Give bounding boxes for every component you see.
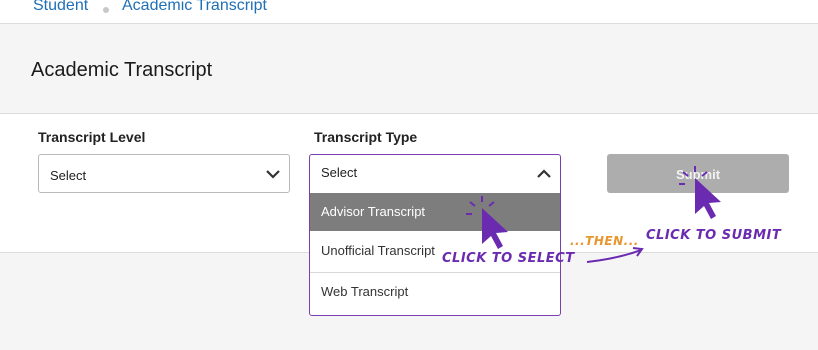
annotation-click-to-submit: CLICK TO SUBMIT: [646, 228, 782, 243]
annotation-click-to-select: CLICK TO SELECT: [442, 251, 575, 266]
transcript-type-value: Select: [321, 165, 358, 180]
cursor-pointer-icon: [679, 166, 721, 219]
breadcrumb: Student Academic Transcript: [0, 0, 818, 24]
option-web-transcript[interactable]: Web Transcript: [310, 273, 560, 311]
breadcrumb-student-link[interactable]: Student: [33, 0, 88, 15]
chevron-up-icon: [537, 169, 551, 178]
option-advisor-transcript[interactable]: Advisor Transcript: [310, 193, 560, 231]
transcript-level-label: Transcript Level: [38, 129, 146, 145]
breadcrumb-academic-transcript-link[interactable]: Academic Transcript: [122, 0, 267, 15]
page-title: Academic Transcript: [31, 59, 213, 81]
transcript-level-select[interactable]: Select: [38, 154, 290, 193]
transcript-level-value: Select: [50, 168, 87, 183]
chevron-down-icon: [266, 170, 280, 179]
arrow-icon: [586, 247, 644, 263]
cursor-pointer-icon: [466, 196, 508, 249]
breadcrumb-separator: [103, 7, 109, 13]
transcript-type-select[interactable]: Select Advisor Transcript Unofficial Tra…: [309, 154, 561, 316]
transcript-type-label: Transcript Type: [314, 129, 418, 145]
